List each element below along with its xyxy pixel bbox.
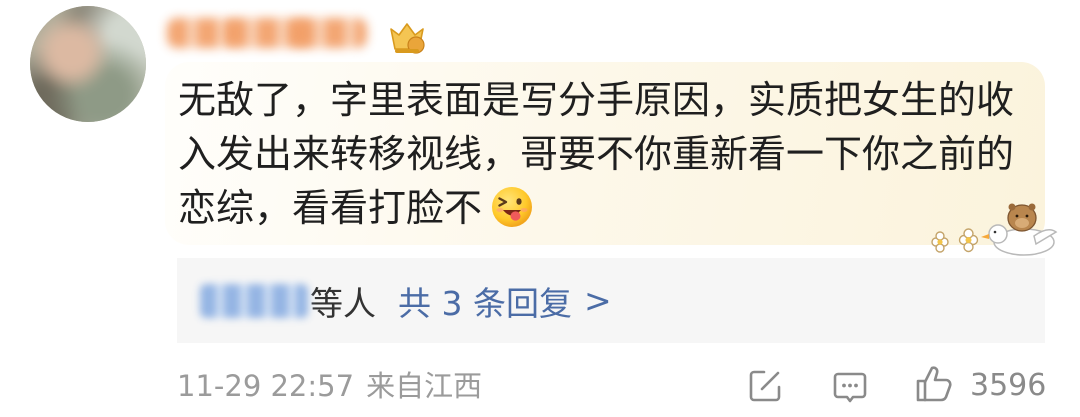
location: 来自江西	[366, 369, 483, 403]
comment-card: 无敌了，字里表面是写分手原因，实质把女生的收 入发出来转移视线，哥要不你重新看一…	[0, 0, 1080, 417]
avatar[interactable]	[30, 6, 146, 122]
chevron-right-icon[interactable]: >	[584, 281, 612, 320]
comment-text: 恋综，看看打脸不	[178, 186, 483, 230]
comment-text-line: 无敌了，字里表面是写分手原因，实质把女生的收	[178, 78, 1015, 122]
view-replies-link[interactable]: 共 3 条回复	[398, 277, 572, 325]
comment-text-line: 入发出来转移视线，哥要不你重新看一下你之前的	[178, 132, 1015, 176]
replies-preview[interactable]: 等人 共 3 条回复 >	[177, 258, 1045, 343]
comment-icon[interactable]	[830, 367, 870, 407]
like-count: 3596	[970, 368, 1047, 403]
username[interactable]	[165, 12, 369, 56]
winking-tongue-emoji-icon	[490, 185, 534, 229]
timestamp: 11-29 22:57	[177, 369, 355, 403]
capybara-riding-duck-icon	[926, 196, 1060, 260]
fan-badge-icon[interactable]	[386, 18, 428, 58]
reply-authors-blurred[interactable]	[200, 283, 308, 318]
share-icon[interactable]	[745, 366, 785, 406]
thumbs-up-icon[interactable]	[913, 363, 955, 405]
comment-text-line-last: 恋综，看看打脸不	[178, 181, 534, 235]
avatar-image	[30, 6, 146, 122]
comment-meta: 11-29 22:57 来自江西	[177, 366, 482, 406]
username-blur-segment	[295, 18, 367, 48]
reply-authors-suffix: 等人	[310, 283, 376, 323]
